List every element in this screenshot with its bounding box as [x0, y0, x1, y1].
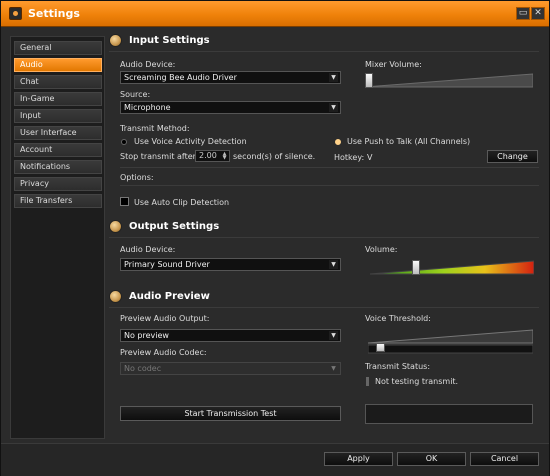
sidebar-item-audio[interactable]: Audio — [14, 58, 102, 72]
voice-activity-label: Use Voice Activity Detection — [134, 137, 247, 146]
apply-button[interactable]: Apply — [324, 452, 393, 466]
output-volume-thumb[interactable] — [412, 260, 420, 275]
source-select[interactable]: Microphone ▼ — [120, 101, 341, 114]
preview-output-label: Preview Audio Output: — [120, 314, 210, 323]
voice-threshold-thumb[interactable] — [376, 343, 385, 352]
mixer-volume-slider[interactable] — [365, 72, 533, 88]
minimize-button[interactable]: ▭ — [516, 7, 530, 20]
divider — [109, 307, 539, 308]
source-value: Microphone — [124, 103, 171, 112]
sidebar-item-general[interactable]: General — [14, 41, 102, 55]
hotkey-label: Hotkey: — [334, 153, 365, 162]
settings-sidebar: General Audio Chat In-Game Input User In… — [10, 36, 105, 439]
sidebar-item-file-transfers[interactable]: File Transfers — [14, 194, 102, 208]
sidebar-item-chat[interactable]: Chat — [14, 75, 102, 89]
title-bar[interactable]: Settings ▭ ✕ — [1, 1, 549, 27]
voice-threshold-label: Voice Threshold: — [365, 314, 431, 323]
auto-clip-checkbox[interactable] — [120, 197, 129, 206]
ok-button[interactable]: OK — [397, 452, 466, 466]
input-device-label: Audio Device: — [120, 60, 176, 69]
section-title-output: Output Settings — [129, 221, 220, 232]
close-button[interactable]: ✕ — [531, 7, 545, 20]
start-transmission-test-button[interactable]: Start Transmission Test — [120, 406, 341, 421]
transmit-status-label: Transmit Status: — [365, 362, 431, 371]
chevron-down-icon: ▼ — [329, 73, 338, 82]
preview-codec-label: Preview Audio Codec: — [120, 348, 207, 357]
sidebar-item-account[interactable]: Account — [14, 143, 102, 157]
hotkey-value: V — [367, 153, 373, 162]
seconds-of-silence-label: second(s) of silence. — [233, 152, 316, 161]
push-to-talk-label: Use Push to Talk (All Channels) — [347, 137, 471, 146]
voice-threshold-slider[interactable] — [368, 328, 533, 354]
chevron-down-icon: ▼ — [329, 103, 338, 112]
sidebar-item-notifications[interactable]: Notifications — [14, 160, 102, 174]
input-device-select[interactable]: Screaming Bee Audio Driver ▼ — [120, 71, 341, 84]
audio-settings-panel: Input Settings Audio Device: Screaming B… — [109, 31, 549, 441]
cancel-button[interactable]: Cancel — [470, 452, 539, 466]
stop-transmit-label: Stop transmit after: — [120, 152, 199, 161]
auto-clip-label: Use Auto Clip Detection — [134, 198, 230, 207]
sidebar-item-input[interactable]: Input — [14, 109, 102, 123]
speaker-icon — [109, 290, 122, 303]
source-label: Source: — [120, 90, 151, 99]
output-volume-track — [370, 260, 534, 275]
voice-activity-radio[interactable] — [121, 139, 127, 145]
mixer-volume-track — [365, 73, 533, 88]
app-logo-icon — [9, 7, 22, 20]
divider — [109, 237, 539, 238]
output-device-select[interactable]: Primary Sound Driver ▼ — [120, 258, 341, 271]
stepper-arrows-icon[interactable]: ▲ ▼ — [221, 152, 228, 161]
divider — [120, 167, 539, 168]
section-title-input: Input Settings — [129, 35, 210, 46]
mixer-volume-thumb[interactable] — [365, 73, 373, 88]
sidebar-item-in-game[interactable]: In-Game — [14, 92, 102, 106]
sidebar-item-user-interface[interactable]: User Interface — [14, 126, 102, 140]
push-to-talk-radio[interactable] — [335, 139, 341, 145]
voice-threshold-track — [368, 329, 533, 354]
speaker-icon — [109, 220, 122, 233]
preview-output-value: No preview — [124, 331, 169, 340]
options-label: Options: — [120, 173, 154, 182]
transmit-status-value: Not testing transmit. — [375, 377, 459, 386]
output-device-label: Audio Device: — [120, 245, 176, 254]
settings-window: Settings ▭ ✕ General Audio Chat In-Game … — [0, 0, 550, 476]
section-title-preview: Audio Preview — [129, 291, 210, 302]
preview-output-select[interactable]: No preview ▼ — [120, 329, 341, 342]
chevron-down-icon: ▼ — [329, 331, 338, 340]
stop-transmit-value: 2.00 — [199, 151, 217, 160]
mixer-volume-label: Mixer Volume: — [365, 60, 422, 69]
divider — [120, 185, 539, 186]
window-title: Settings — [28, 7, 80, 20]
change-hotkey-button[interactable]: Change — [487, 150, 538, 163]
status-indicator — [366, 377, 369, 386]
preview-codec-value: No codec — [124, 364, 162, 373]
sidebar-item-privacy[interactable]: Privacy — [14, 177, 102, 191]
chevron-down-icon: ▼ — [329, 364, 338, 373]
preview-codec-select[interactable]: No codec ▼ — [120, 362, 341, 375]
output-device-value: Primary Sound Driver — [124, 260, 210, 269]
input-device-value: Screaming Bee Audio Driver — [124, 73, 237, 82]
divider — [109, 51, 539, 52]
transmission-meter — [365, 404, 533, 424]
output-volume-slider[interactable] — [370, 259, 534, 275]
footer-bar: Apply OK Cancel — [1, 443, 549, 476]
speaker-icon — [109, 34, 122, 47]
output-volume-label: Volume: — [365, 245, 398, 254]
chevron-down-icon: ▼ — [329, 260, 338, 269]
stop-transmit-stepper[interactable]: 2.00 ▲ ▼ — [195, 150, 230, 162]
transmit-method-label: Transmit Method: — [120, 124, 190, 133]
